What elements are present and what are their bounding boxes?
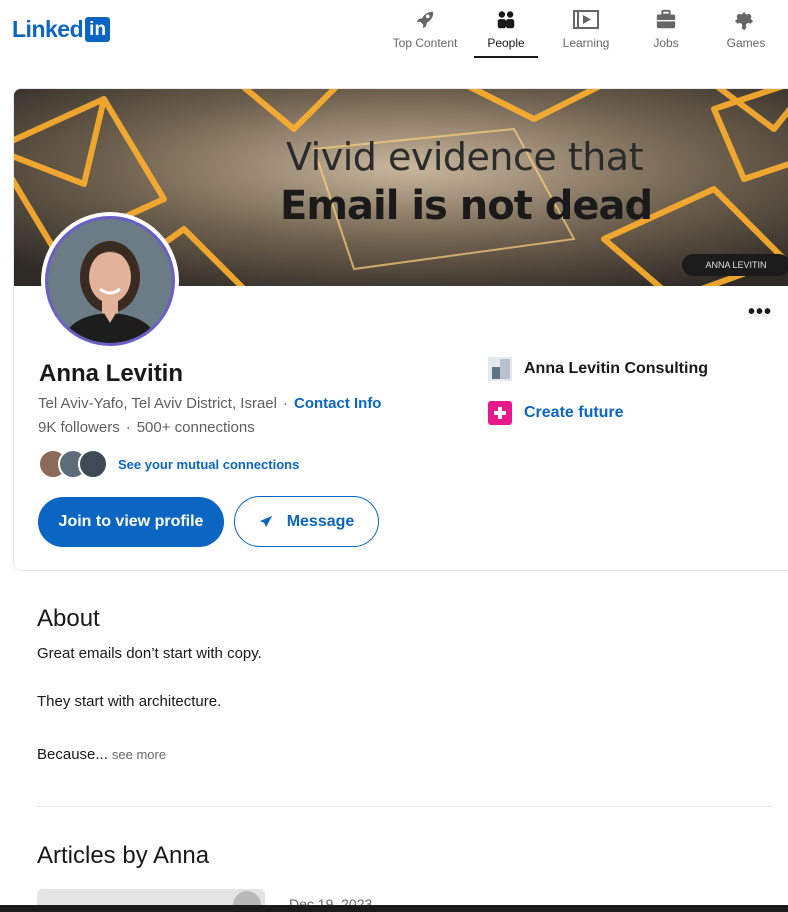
more-options-button[interactable]: ••• <box>748 301 772 324</box>
profile-location: Tel Aviv-Yafo, Tel Aviv District, Israel <box>38 395 277 412</box>
linkedin-logo[interactable]: Linked in <box>12 16 111 43</box>
about-truncated-text: Because... <box>37 746 108 763</box>
nav-learning[interactable]: Learning <box>546 8 626 56</box>
profile-stats-row: 9K followers · 500+ connections <box>38 419 255 436</box>
top-header: Linked in Top Content People Learning Jo… <box>0 0 788 62</box>
nav-top-content[interactable]: Top Content <box>385 8 465 56</box>
bottom-edge-bar <box>0 905 788 912</box>
separator-dot: · <box>282 395 288 412</box>
articles-heading: Articles by Anna <box>37 842 210 869</box>
separator-dot: · <box>125 419 131 436</box>
nav-jobs[interactable]: Jobs <box>626 8 706 56</box>
profile-name: Anna Levitin <box>39 360 184 387</box>
see-more-link[interactable]: see more <box>112 747 166 762</box>
about-paragraph-1: Great emails don’t start with copy. <box>37 645 262 662</box>
profile-card: Vivid evidence that Email is not dead AN… <box>13 88 788 571</box>
banner-name-tag: ANNA LEVITIN <box>682 254 788 276</box>
nav-label: People <box>487 36 525 50</box>
nav-label: Jobs <box>653 36 679 50</box>
connections-count: 500+ connections <box>136 419 255 436</box>
company-name: Anna Levitin Consulting <box>524 360 708 377</box>
banner-headline-line2: Email is not dead <box>280 183 653 229</box>
nav-label: Games <box>726 36 766 50</box>
banner-headline-line1: Vivid evidence that <box>286 135 644 179</box>
briefcase-icon <box>626 8 706 32</box>
message-button-label: Message <box>286 512 355 530</box>
about-paragraph-3: Because... see more <box>37 746 166 763</box>
logo-wordmark: Linked <box>12 16 84 42</box>
plus-cross-icon <box>488 401 512 425</box>
contact-info-link[interactable]: Contact Info <box>294 395 382 412</box>
join-to-view-profile-button[interactable]: Join to view profile <box>38 497 224 547</box>
nav-label: Learning <box>562 36 610 50</box>
company-logo-icon <box>488 357 512 381</box>
message-button[interactable]: Message <box>234 496 379 547</box>
mutual-connections-link[interactable]: See your mutual connections <box>118 457 299 472</box>
mutual-avatar <box>78 449 108 479</box>
rocket-icon <box>385 8 465 32</box>
profile-avatar[interactable] <box>41 212 179 350</box>
send-icon <box>259 515 273 529</box>
mutual-avatars <box>38 449 110 479</box>
current-company[interactable]: Anna Levitin Consulting <box>488 357 708 381</box>
avatar-photo <box>45 216 175 346</box>
mutual-connections[interactable]: See your mutual connections <box>38 449 299 479</box>
nav-label: Top Content <box>392 36 458 50</box>
education-name: Create future <box>524 404 624 421</box>
video-play-icon <box>546 8 626 32</box>
nav-games[interactable]: Games <box>706 8 786 56</box>
about-paragraph-2: They start with architecture. <box>37 693 222 710</box>
profile-location-row: Tel Aviv-Yafo, Tel Aviv District, Israel… <box>38 395 381 412</box>
about-heading: About <box>37 605 100 632</box>
nav-people[interactable]: People <box>466 8 546 58</box>
followers-count: 9K followers <box>38 419 120 436</box>
logo-in-box: in <box>85 17 111 42</box>
people-icon <box>466 8 546 32</box>
section-divider <box>37 806 773 807</box>
education-entry[interactable]: Create future <box>488 401 624 425</box>
puzzle-icon <box>706 8 786 32</box>
